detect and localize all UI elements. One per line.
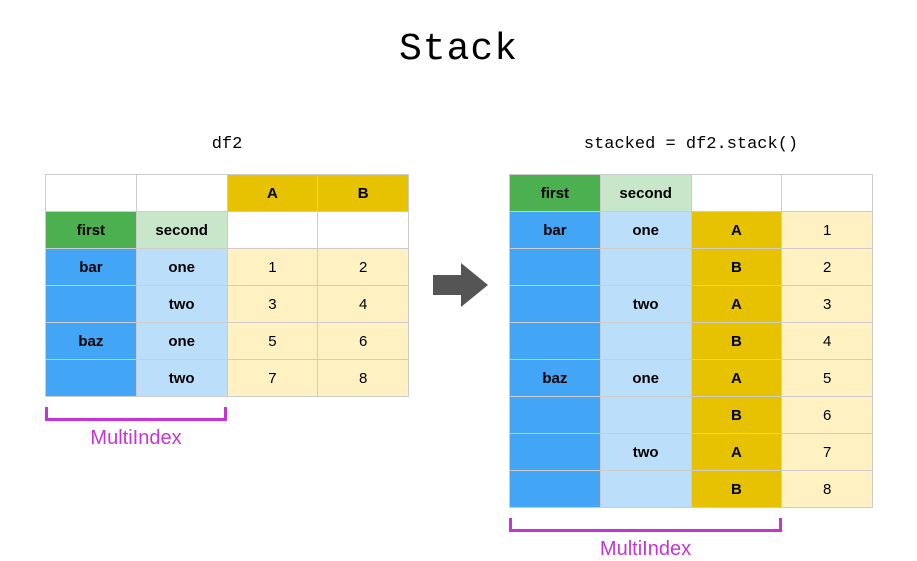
cell: 1: [782, 212, 873, 249]
col-header-B: B: [318, 175, 409, 212]
index-name-second: second: [136, 212, 227, 249]
left-panel: df2 A B first second bar one 1 2: [45, 135, 409, 450]
idx-first: baz: [510, 360, 601, 397]
idx-third: B: [691, 397, 782, 434]
idx-second: one: [136, 323, 227, 360]
cell: 2: [318, 249, 409, 286]
idx-second: two: [136, 286, 227, 323]
multiindex-label: MultiIndex: [509, 538, 782, 561]
idx-second: two: [136, 360, 227, 397]
table-row: two 3 4: [46, 286, 409, 323]
idx-first: [510, 286, 601, 323]
table-row: two A 7: [510, 434, 873, 471]
idx-second: one: [136, 249, 227, 286]
idx-second: one: [600, 212, 691, 249]
cell: 7: [227, 360, 318, 397]
index-name-first: first: [510, 175, 601, 212]
idx-second: two: [600, 434, 691, 471]
cell: 5: [227, 323, 318, 360]
cell: 4: [782, 323, 873, 360]
table-row: baz one 5 6: [46, 323, 409, 360]
hdr-blank: [782, 175, 873, 212]
table-row: baz one A 5: [510, 360, 873, 397]
cell: 8: [318, 360, 409, 397]
arrow-icon: [433, 261, 488, 309]
idx-first: [510, 471, 601, 508]
left-caption: df2: [45, 135, 409, 154]
idx-first: [510, 323, 601, 360]
cell: 6: [782, 397, 873, 434]
cell: 5: [782, 360, 873, 397]
page-title: Stack: [0, 0, 917, 71]
idx-second: [600, 397, 691, 434]
table-row: B 4: [510, 323, 873, 360]
hdr-blank: [691, 175, 782, 212]
index-name-second: second: [600, 175, 691, 212]
cell: 1: [227, 249, 318, 286]
table-row: bar one 1 2: [46, 249, 409, 286]
col-header-A: A: [227, 175, 318, 212]
idx-first: baz: [46, 323, 137, 360]
hdr-blank: [136, 175, 227, 212]
cell: 4: [318, 286, 409, 323]
cell: 7: [782, 434, 873, 471]
table-row: bar one A 1: [510, 212, 873, 249]
idx-second: [600, 471, 691, 508]
idx-second: [600, 323, 691, 360]
idx-first: [510, 397, 601, 434]
table-row: B 8: [510, 471, 873, 508]
hdr-blank: [227, 212, 318, 249]
idx-third: B: [691, 323, 782, 360]
hdr-blank: [46, 175, 137, 212]
idx-third: A: [691, 212, 782, 249]
idx-second: [600, 249, 691, 286]
cell: 2: [782, 249, 873, 286]
cell: 3: [227, 286, 318, 323]
idx-second: one: [600, 360, 691, 397]
right-panel: stacked = df2.stack() first second bar o…: [509, 135, 873, 561]
idx-first: [510, 249, 601, 286]
table-row: B 6: [510, 397, 873, 434]
cell: 8: [782, 471, 873, 508]
idx-third: B: [691, 471, 782, 508]
idx-first: bar: [510, 212, 601, 249]
idx-third: A: [691, 360, 782, 397]
right-caption: stacked = df2.stack(): [509, 135, 873, 154]
idx-first: [510, 434, 601, 471]
idx-first: [46, 360, 137, 397]
hdr-blank: [318, 212, 409, 249]
left-table: A B first second bar one 1 2 two 3 4: [45, 174, 409, 397]
idx-third: A: [691, 434, 782, 471]
right-table: first second bar one A 1 B 2 two A: [509, 174, 873, 508]
cell: 3: [782, 286, 873, 323]
multiindex-bracket-left: MultiIndex: [45, 407, 227, 450]
idx-first: [46, 286, 137, 323]
index-name-first: first: [46, 212, 137, 249]
multiindex-bracket-right: MultiIndex: [509, 518, 782, 561]
multiindex-label: MultiIndex: [45, 427, 227, 450]
table-row: two A 3: [510, 286, 873, 323]
idx-third: B: [691, 249, 782, 286]
idx-third: A: [691, 286, 782, 323]
table-row: B 2: [510, 249, 873, 286]
idx-second: two: [600, 286, 691, 323]
table-row: two 7 8: [46, 360, 409, 397]
idx-first: bar: [46, 249, 137, 286]
cell: 6: [318, 323, 409, 360]
